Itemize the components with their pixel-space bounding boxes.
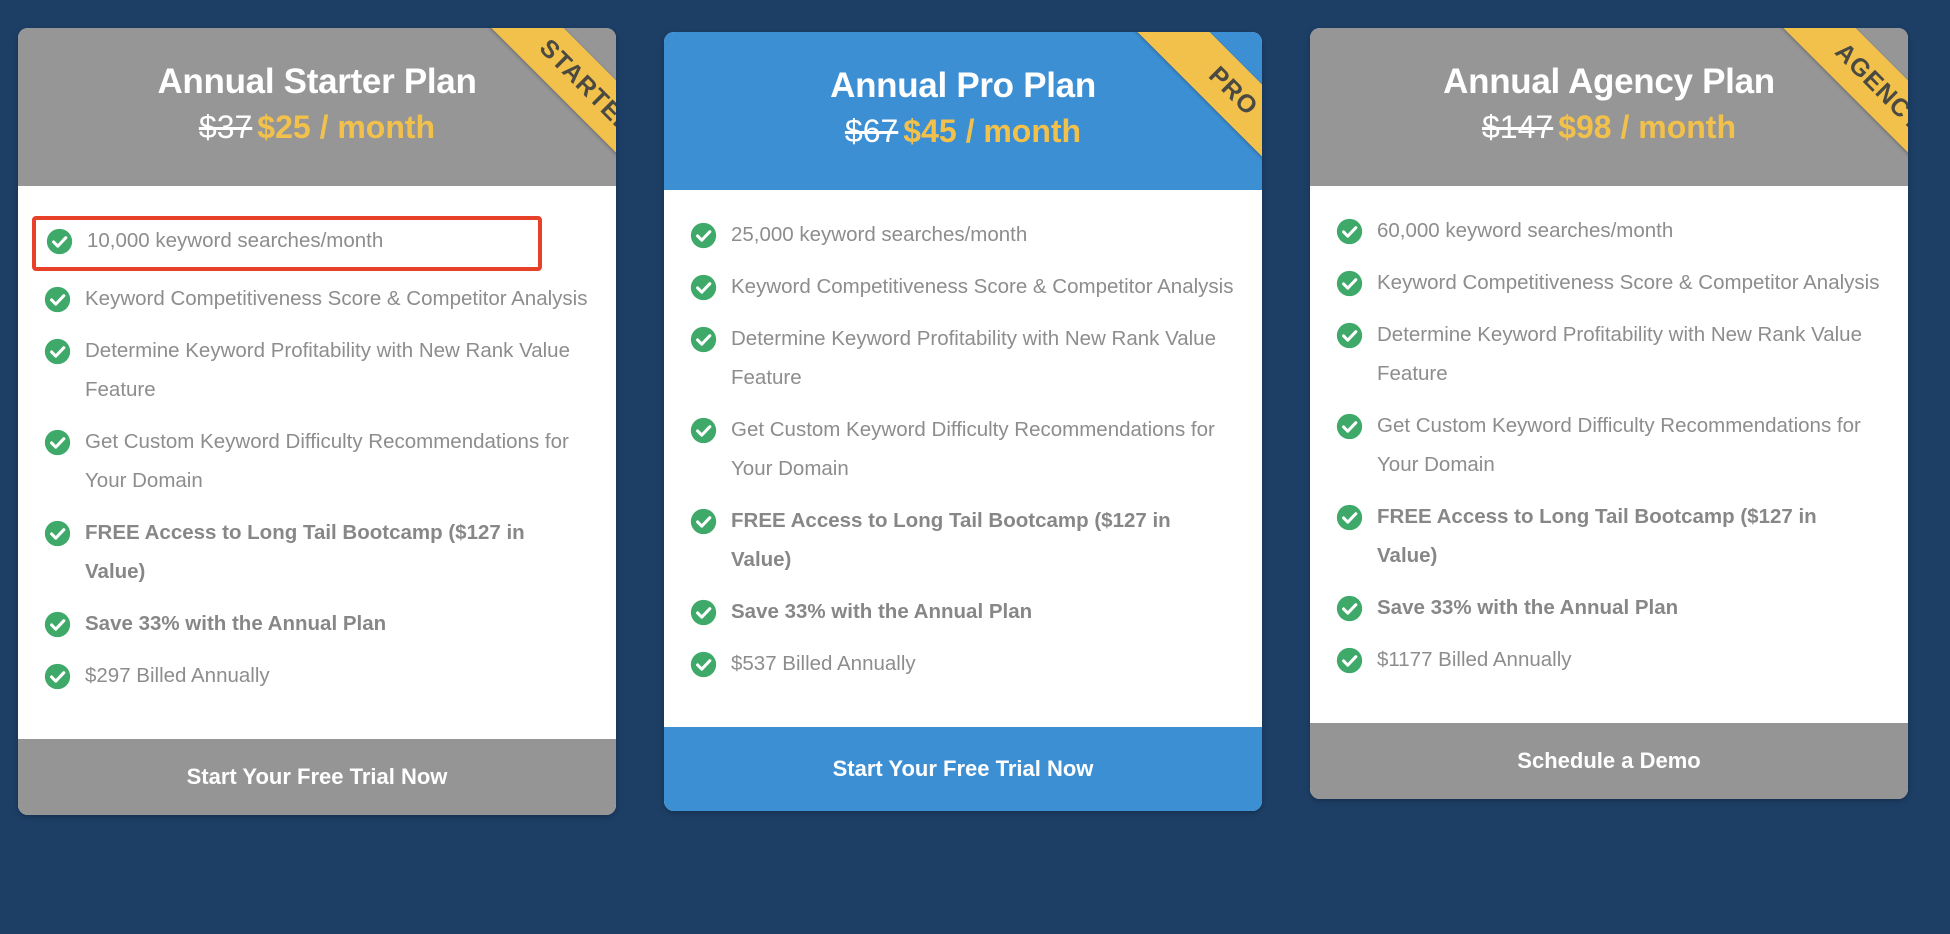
check-circle-icon (1336, 595, 1363, 622)
feature-label: Get Custom Keyword Difficulty Recommenda… (85, 430, 569, 492)
check-circle-icon (690, 417, 717, 444)
feature-label: Save 33% with the Annual Plan (731, 599, 1033, 623)
check-circle-icon (44, 663, 71, 690)
check-circle-icon (1336, 322, 1363, 349)
check-circle-icon (1336, 504, 1363, 531)
feature-item: 60,000 keyword searches/month (1336, 216, 1882, 251)
feature-item: $1177 Billed Annually (1336, 645, 1882, 680)
plan-price-original: $37 (198, 109, 253, 146)
feature-item: Save 33% with the Annual Plan (690, 597, 1236, 632)
check-circle-icon (44, 520, 71, 547)
feature-label: 10,000 keyword searches/month (87, 229, 384, 253)
plan-price-original: $147 (1482, 109, 1554, 146)
check-circle-icon (690, 508, 717, 535)
check-circle-icon (690, 274, 717, 301)
feature-item: Determine Keyword Profitability with New… (690, 324, 1236, 398)
plan-card-pro: Annual Pro Plan $67 $45 / month PRO 25,000 k… (664, 32, 1262, 811)
feature-item: Get Custom Keyword Difficulty Recommenda… (44, 427, 590, 501)
check-circle-icon (1336, 270, 1363, 297)
feature-item: Save 33% with the Annual Plan (44, 609, 590, 644)
feature-label: $297 Billed Annually (85, 663, 270, 687)
feature-item: Keyword Competitiveness Score & Competit… (44, 284, 590, 319)
plan-header: Annual Pro Plan $67 $45 / month PRO (664, 32, 1262, 202)
plan-cta-button[interactable]: Start Your Free Trial Now (18, 738, 616, 815)
feature-item: FREE Access to Long Tail Bootcamp ($127 … (690, 506, 1236, 580)
plan-title: Annual Pro Plan (830, 66, 1096, 105)
plan-header: Annual Agency Plan $147 $98 / month AGENCY (1310, 28, 1908, 198)
feature-label: Determine Keyword Profitability with New… (1377, 323, 1862, 386)
feature-item: Keyword Competitiveness Score & Competit… (690, 272, 1236, 307)
feature-list: 10,000 keyword searches/month Keyword Com… (18, 186, 616, 739)
feature-item: Get Custom Keyword Difficulty Recommenda… (690, 415, 1236, 489)
feature-label: Determine Keyword Profitability with New… (85, 339, 570, 402)
check-circle-icon (1336, 413, 1363, 440)
feature-item: Determine Keyword Profitability with New… (44, 336, 590, 410)
feature-item: FREE Access to Long Tail Bootcamp ($127 … (44, 518, 590, 592)
check-circle-icon (46, 228, 73, 255)
feature-label: FREE Access to Long Tail Bootcamp ($127 … (731, 508, 1171, 571)
check-circle-icon (44, 286, 71, 313)
feature-label: Keyword Competitiveness Score & Competit… (1377, 271, 1880, 295)
plan-price: $67 $45 / month (690, 113, 1236, 150)
pricing-plans-grid: Annual Starter Plan $37 $25 / month STARTER… (0, 0, 1950, 815)
feature-label: $1177 Billed Annually (1377, 647, 1572, 671)
feature-label: Save 33% with the Annual Plan (1377, 595, 1679, 619)
check-circle-icon (1336, 647, 1363, 674)
plan-card-starter: Annual Starter Plan $37 $25 / month STARTER… (18, 28, 616, 815)
feature-item: FREE Access to Long Tail Bootcamp ($127 … (1336, 502, 1882, 576)
feature-label: Determine Keyword Profitability with New… (731, 327, 1216, 390)
feature-item: $537 Billed Annually (690, 649, 1236, 684)
feature-item: 10,000 keyword searches/month (32, 216, 542, 272)
feature-label: FREE Access to Long Tail Bootcamp ($127 … (85, 520, 525, 583)
check-circle-icon (44, 338, 71, 365)
feature-label: Keyword Competitiveness Score & Competit… (85, 287, 588, 311)
plan-price-original: $67 (844, 113, 899, 150)
plan-card-agency: Annual Agency Plan $147 $98 / month AGENCY 6… (1310, 28, 1908, 799)
check-circle-icon (690, 599, 717, 626)
feature-label: Get Custom Keyword Difficulty Recommenda… (731, 418, 1215, 480)
plan-price-current: $45 / month (903, 113, 1082, 150)
feature-label: $537 Billed Annually (731, 651, 916, 675)
feature-item: Save 33% with the Annual Plan (1336, 593, 1882, 628)
check-circle-icon (690, 222, 717, 249)
check-circle-icon (44, 611, 71, 638)
feature-list: 25,000 keyword searches/month Keyword Com… (664, 190, 1262, 727)
plan-cta-button[interactable]: Schedule a Demo (1310, 722, 1908, 799)
plan-header: Annual Starter Plan $37 $25 / month STARTER (18, 28, 616, 198)
feature-item: Keyword Competitiveness Score & Competit… (1336, 268, 1882, 303)
plan-price-current: $25 / month (257, 109, 436, 146)
feature-item: 25,000 keyword searches/month (690, 220, 1236, 255)
feature-item: Get Custom Keyword Difficulty Recommenda… (1336, 411, 1882, 485)
feature-item: Determine Keyword Profitability with New… (1336, 320, 1882, 394)
plan-price: $37 $25 / month (44, 109, 590, 146)
plan-cta-button[interactable]: Start Your Free Trial Now (664, 726, 1262, 811)
plan-price: $147 $98 / month (1336, 109, 1882, 146)
plan-price-current: $98 / month (1558, 109, 1736, 146)
plan-title: Annual Starter Plan (157, 62, 477, 101)
check-circle-icon (44, 429, 71, 456)
feature-label: Keyword Competitiveness Score & Competit… (731, 275, 1234, 299)
check-circle-icon (690, 326, 717, 353)
feature-label: Save 33% with the Annual Plan (85, 611, 387, 635)
feature-label: Get Custom Keyword Difficulty Recommenda… (1377, 414, 1861, 476)
check-circle-icon (690, 651, 717, 678)
check-circle-icon (1336, 218, 1363, 245)
feature-label: 25,000 keyword searches/month (731, 223, 1028, 247)
feature-list: 60,000 keyword searches/month Keyword Com… (1310, 186, 1908, 723)
feature-label: FREE Access to Long Tail Bootcamp ($127 … (1377, 504, 1817, 567)
feature-item: $297 Billed Annually (44, 661, 590, 696)
plan-title: Annual Agency Plan (1443, 62, 1775, 101)
feature-label: 60,000 keyword searches/month (1377, 219, 1674, 243)
